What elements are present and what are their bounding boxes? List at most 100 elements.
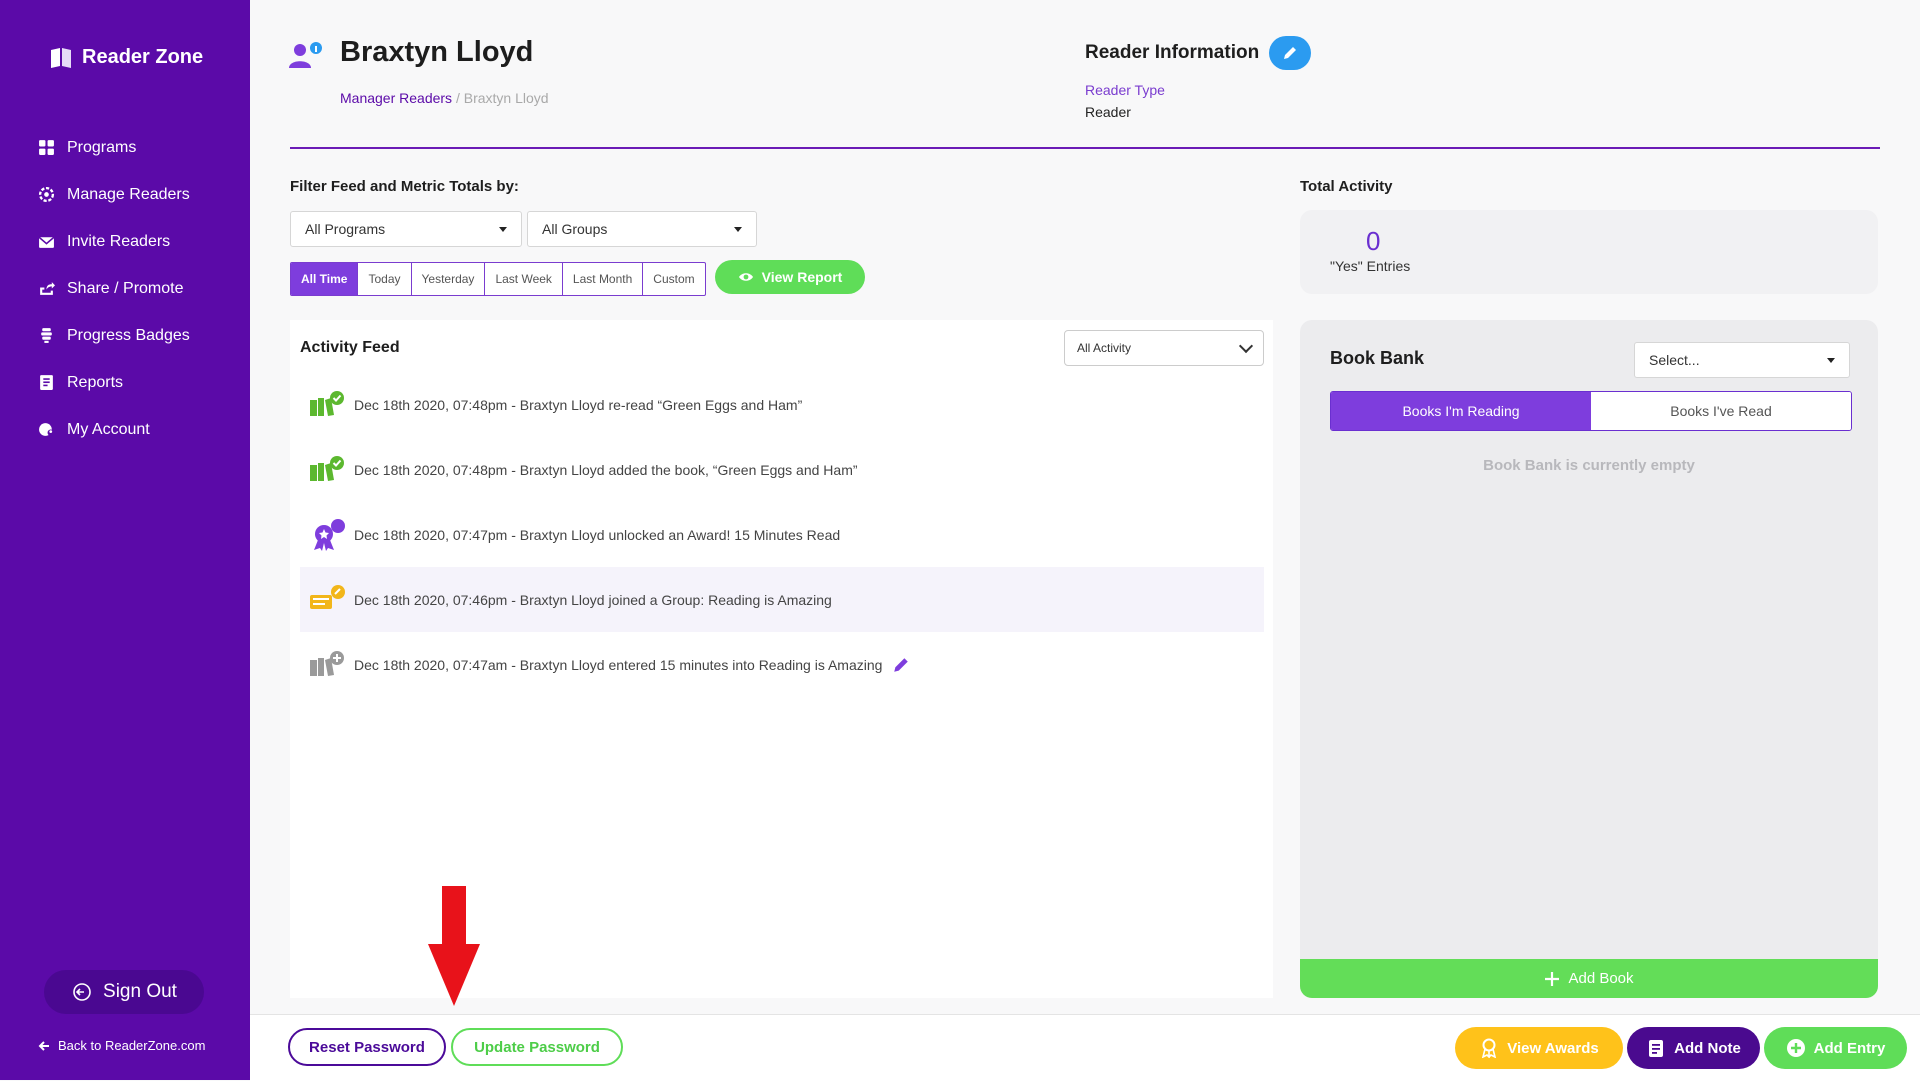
reader-information: Reader Information Reader Type Reader <box>1085 36 1312 120</box>
list-item: Dec 18th 2020, 07:46pm - Braxtyn Lloyd j… <box>300 567 1264 632</box>
eye-icon <box>738 273 753 281</box>
book-check-icon <box>310 455 344 481</box>
sidebar-nav: Programs Manage Readers Invite Readers S… <box>38 124 190 453</box>
book-bank-select[interactable]: Select... <box>1634 342 1850 378</box>
book-bank-panel: Book Bank Select... Books I'm Reading Bo… <box>1300 320 1878 998</box>
edit-entry-icon[interactable] <box>892 656 910 674</box>
note-icon <box>1649 1040 1664 1057</box>
total-activity-title: Total Activity <box>1300 178 1393 195</box>
book-plus-icon <box>310 650 344 676</box>
activity-filter-value: All Activity <box>1077 341 1132 355</box>
award-ribbon-icon <box>1482 1038 1497 1058</box>
range-last-week[interactable]: Last Week <box>484 263 561 295</box>
activity-text: Dec 18th 2020, 07:48pm - Braxtyn Lloyd r… <box>354 396 803 413</box>
gear-icon <box>38 186 55 203</box>
caret-down-icon <box>1827 357 1835 363</box>
globe-user-icon <box>39 423 54 436</box>
programs-select-value: All Programs <box>305 221 386 237</box>
activity-filter-select[interactable]: All Activity <box>1064 330 1264 366</box>
list-item: Dec 18th 2020, 07:47am - Braxtyn Lloyd e… <box>300 632 1264 697</box>
view-awards-label: View Awards <box>1507 1039 1599 1057</box>
sidebar-item-label: Progress Badges <box>67 326 190 344</box>
tab-books-read[interactable]: Books I've Read <box>1591 392 1851 430</box>
sidebar-item-share-promote[interactable]: Share / Promote <box>38 265 190 312</box>
range-custom[interactable]: Custom <box>642 263 704 295</box>
envelope-icon <box>38 236 55 248</box>
range-yesterday[interactable]: Yesterday <box>410 263 485 295</box>
filter-label: Filter Feed and Metric Totals by: <box>290 178 519 195</box>
sidebar-item-label: Invite Readers <box>67 232 171 250</box>
reader-type-value: Reader <box>1085 104 1131 120</box>
sign-out-button[interactable]: Sign Out <box>44 970 204 1014</box>
sidebar-item-reports[interactable]: Reports <box>38 359 190 406</box>
brand-logo[interactable]: Reader Zone <box>48 44 203 70</box>
arrow-left-icon <box>38 1040 49 1051</box>
tab-books-reading[interactable]: Books I'm Reading <box>1331 392 1591 430</box>
update-password-button[interactable]: Update Password <box>451 1028 623 1066</box>
activity-text: Dec 18th 2020, 07:47am - Braxtyn Lloyd e… <box>354 656 883 673</box>
back-to-readerzone-link[interactable]: Back to ReaderZone.com <box>38 1038 205 1053</box>
sidebar-item-label: Share / Promote <box>67 279 184 297</box>
activity-text: Dec 18th 2020, 07:46pm - Braxtyn Lloyd j… <box>354 591 832 608</box>
header-divider <box>290 147 1880 149</box>
total-activity-caption: "Yes" Entries <box>1330 258 1411 274</box>
red-arrow-annotation-icon <box>428 886 480 1006</box>
range-all-time[interactable]: All Time <box>291 263 358 295</box>
view-report-label: View Report <box>761 269 843 285</box>
groups-select[interactable]: All Groups <box>527 211 757 247</box>
add-note-button[interactable]: Add Note <box>1627 1027 1760 1069</box>
breadcrumb-parent-link[interactable]: Manager Readers <box>340 90 452 106</box>
share-icon <box>40 282 55 295</box>
activity-feed-title: Activity Feed <box>300 339 400 356</box>
total-activity-value: 0 <box>1366 226 1381 256</box>
sidebar-item-manage-readers[interactable]: Manage Readers <box>38 171 190 218</box>
reader-info-icon <box>289 42 322 68</box>
sign-out-icon <box>73 983 91 1001</box>
sidebar-item-label: My Account <box>67 420 150 438</box>
sidebar-item-programs[interactable]: Programs <box>38 124 190 171</box>
sidebar-item-label: Programs <box>67 138 137 156</box>
breadcrumb: Manager Readers / Braxtyn Lloyd <box>340 90 549 106</box>
sidebar-item-my-account[interactable]: My Account <box>38 406 190 453</box>
add-entry-label: Add Entry <box>1813 1039 1886 1057</box>
book-check-icon <box>310 390 344 416</box>
add-entry-button[interactable]: Add Entry <box>1764 1027 1907 1069</box>
book-bank-title: Book Bank <box>1330 348 1425 368</box>
edit-reader-button[interactable] <box>1269 36 1312 70</box>
activity-text: Dec 18th 2020, 07:47pm - Braxtyn Lloyd u… <box>354 526 841 543</box>
list-item: Dec 18th 2020, 07:48pm - Braxtyn Lloyd a… <box>300 437 1264 502</box>
add-note-label: Add Note <box>1674 1039 1741 1057</box>
range-last-month[interactable]: Last Month <box>561 263 642 295</box>
view-report-button[interactable]: View Report <box>715 260 865 294</box>
view-awards-button[interactable]: View Awards <box>1455 1027 1623 1069</box>
sidebar-item-progress-badges[interactable]: Progress Badges <box>38 312 190 359</box>
reader-type-label: Reader Type <box>1085 82 1165 98</box>
list-item: Dec 18th 2020, 07:48pm - Braxtyn Lloyd r… <box>300 372 1264 437</box>
plus-circle-icon <box>1786 1039 1805 1057</box>
list-item: Dec 18th 2020, 07:47pm - Braxtyn Lloyd u… <box>300 502 1264 567</box>
group-icon <box>310 584 345 609</box>
pencil-icon <box>1284 47 1297 59</box>
caret-down-icon <box>499 226 507 232</box>
add-book-button[interactable]: Add Book <box>1300 959 1878 998</box>
reset-password-button[interactable]: Reset Password <box>288 1028 446 1066</box>
time-range-segmented-control: All Time Today Yesterday Last Week Last … <box>290 262 706 296</box>
brand-name: Reader Zone <box>82 45 204 68</box>
breadcrumb-current: Braxtyn Lloyd <box>463 90 549 106</box>
back-link-label: Back to ReaderZone.com <box>58 1038 206 1053</box>
badges-icon <box>41 328 52 343</box>
book-bank-select-value: Select... <box>1649 352 1700 368</box>
book-bank-tabs: Books I'm Reading Books I've Read <box>1330 391 1852 431</box>
sidebar: Reader Zone Programs Manage Readers Invi… <box>0 0 250 1080</box>
book-bank-empty-message: Book Bank is currently empty <box>1483 457 1695 474</box>
page-title: Braxtyn Lloyd <box>340 36 534 68</box>
range-today[interactable]: Today <box>357 263 410 295</box>
activity-feed-list: Dec 18th 2020, 07:48pm - Braxtyn Lloyd r… <box>300 372 1264 697</box>
chevron-down-icon <box>1238 338 1254 354</box>
sidebar-item-invite-readers[interactable]: Invite Readers <box>38 218 190 265</box>
plus-icon <box>1545 971 1560 986</box>
groups-select-value: All Groups <box>542 221 608 237</box>
sidebar-item-label: Reports <box>67 373 124 391</box>
award-icon <box>314 518 345 551</box>
programs-select[interactable]: All Programs <box>290 211 522 247</box>
